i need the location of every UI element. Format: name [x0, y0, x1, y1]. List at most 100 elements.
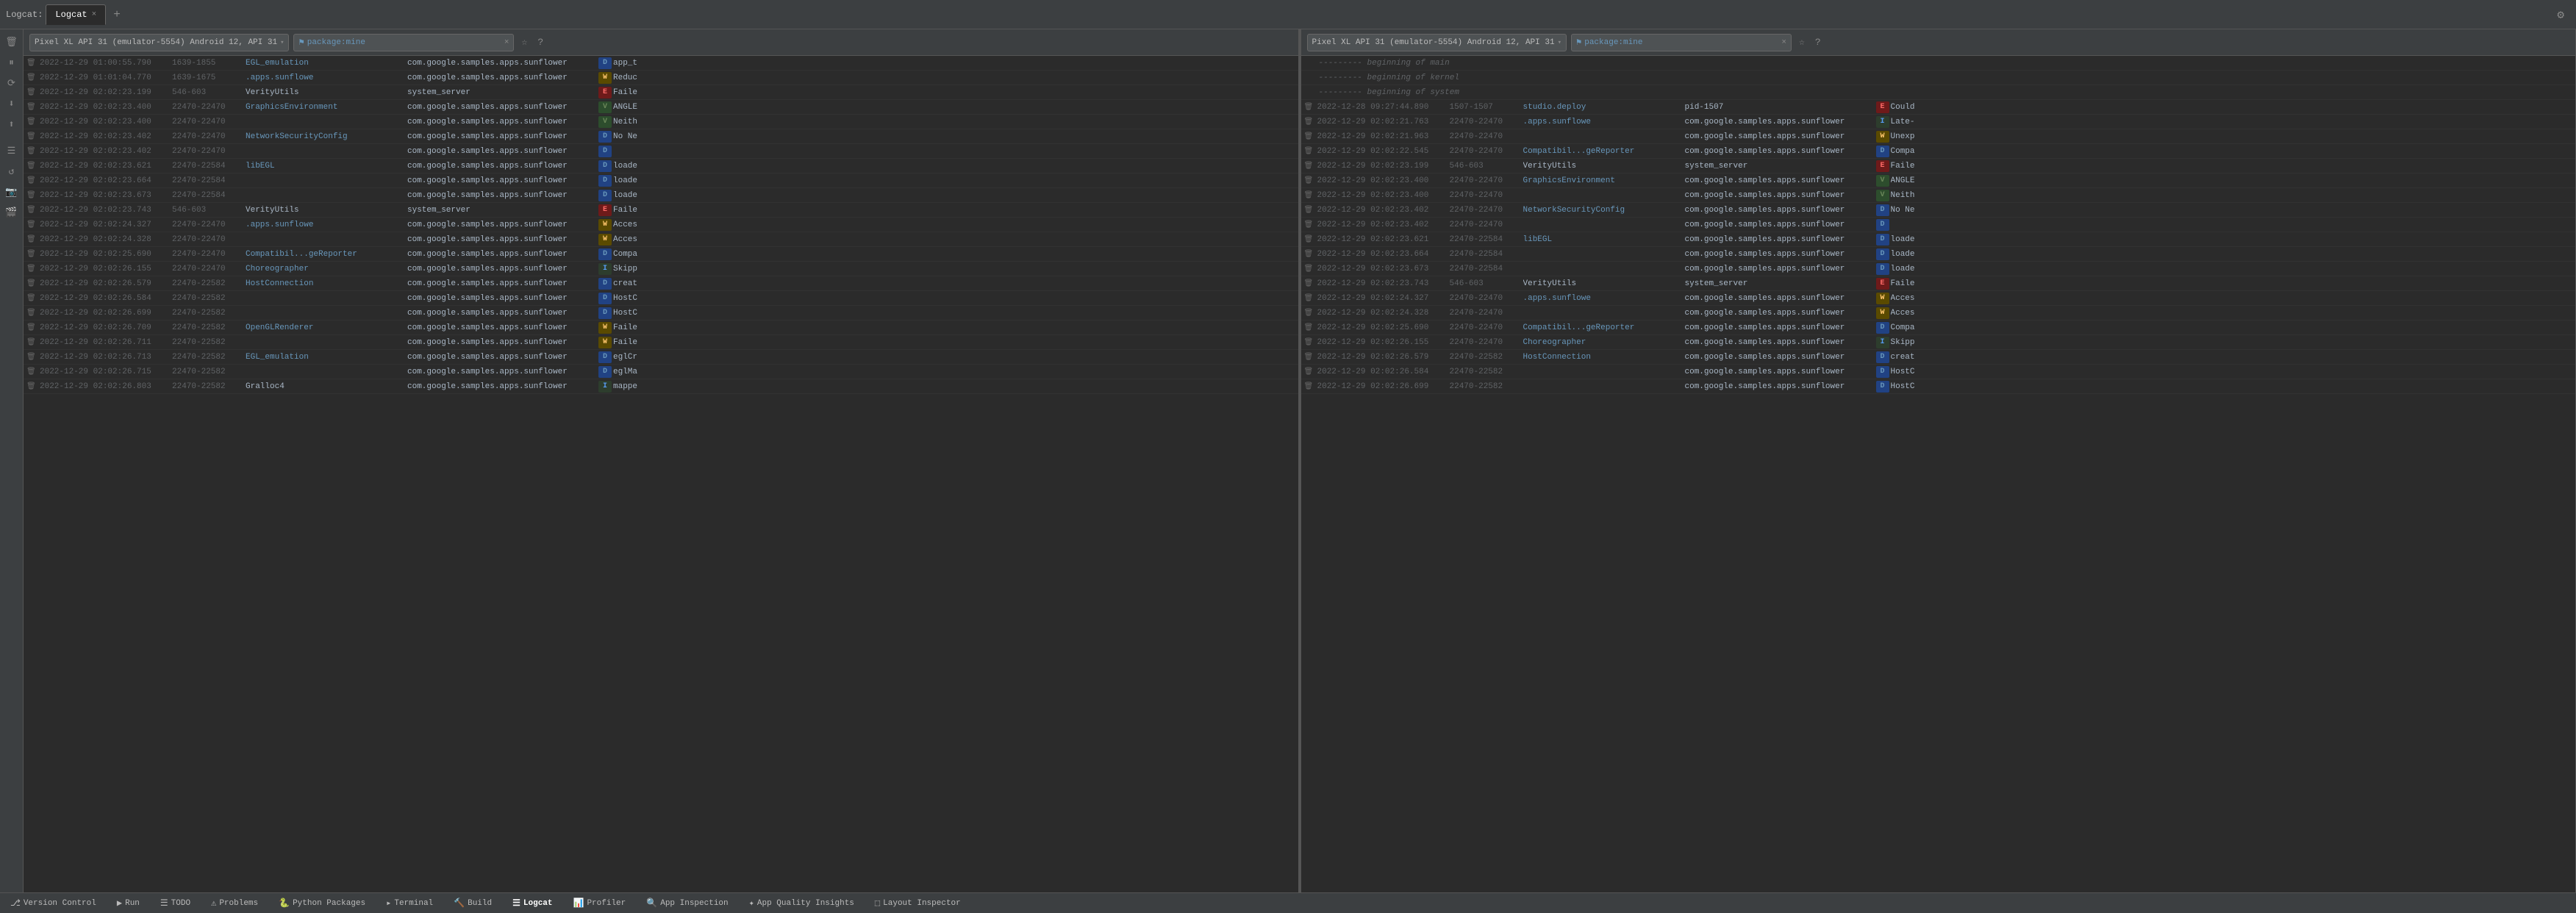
right-toolbar-help[interactable]: ? — [1812, 35, 1824, 49]
log-row[interactable]: 🗑2022-12-29 02:02:23.199546-603VerityUti… — [24, 85, 1298, 100]
sidebar-icon-refresh[interactable]: ⟳ — [2, 74, 21, 93]
log-row[interactable]: 🗑2022-12-29 02:02:23.67322470-22584com.g… — [1301, 262, 2576, 276]
log-row[interactable]: 🗑2022-12-29 02:02:26.71122470-22582com.g… — [24, 335, 1298, 350]
log-row[interactable]: 🗑2022-12-29 02:02:26.69922470-22582com.g… — [1301, 379, 2576, 394]
log-package: com.google.samples.apps.sunflower — [407, 221, 598, 229]
log-row[interactable]: 🗑2022-12-29 02:02:26.69922470-22582com.g… — [24, 306, 1298, 321]
settings-icon[interactable]: ⚙ — [2557, 7, 2570, 22]
sidebar-icon-scroll-down[interactable]: ⬇ — [2, 94, 21, 113]
log-row[interactable]: 🗑2022-12-29 02:02:26.80322470-22582Grall… — [24, 379, 1298, 394]
log-row[interactable]: 🗑2022-12-29 02:02:23.743546-603VerityUti… — [24, 203, 1298, 218]
left-filter-bar[interactable]: ⚑ package:mine × — [293, 34, 514, 51]
sidebar-icon-filter[interactable]: ☰ — [2, 141, 21, 160]
log-row[interactable]: 🗑2022-12-29 02:02:23.199546-603VerityUti… — [1301, 159, 2576, 173]
log-row[interactable]: 🗑2022-12-29 02:02:23.40022470-22470Graph… — [24, 100, 1298, 115]
log-row[interactable]: 🗑2022-12-29 02:02:26.57922470-22582HostC… — [24, 276, 1298, 291]
status-build[interactable]: 🔨 Build — [449, 896, 496, 910]
log-row[interactable]: 🗑2022-12-29 02:02:23.40022470-22470com.g… — [1301, 188, 2576, 203]
log-row[interactable]: 🗑2022-12-29 02:02:26.57922470-22582HostC… — [1301, 350, 2576, 365]
log-package: pid-1507 — [1685, 103, 1876, 112]
sidebar-icon-up[interactable]: ⬆ — [2, 115, 21, 134]
log-level-badge: E — [1876, 101, 1889, 113]
log-row[interactable]: 🗑2022-12-29 02:02:26.15522470-22470Chore… — [24, 262, 1298, 276]
log-tag: .apps.sunflowe — [1523, 118, 1685, 126]
status-problems[interactable]: ⚠ Problems — [207, 896, 262, 910]
log-row[interactable]: 🗑2022-12-29 02:02:21.76322470-22470.apps… — [1301, 115, 2576, 129]
right-log-content[interactable]: --------- beginning of main--------- beg… — [1301, 56, 2576, 892]
status-profiler[interactable]: 📊 Profiler — [569, 896, 631, 910]
log-row[interactable]: 🗑2022-12-29 02:02:26.58422470-22582com.g… — [1301, 365, 2576, 379]
log-row[interactable]: 🗑2022-12-29 02:02:23.40022470-22470com.g… — [24, 115, 1298, 129]
log-row[interactable]: 🗑2022-12-29 02:02:23.40022470-22470Graph… — [1301, 173, 2576, 188]
log-timestamp: 2022-12-29 02:02:21.763 — [1317, 118, 1450, 126]
log-row[interactable]: 🗑2022-12-29 02:02:23.40222470-22470com.g… — [1301, 218, 2576, 232]
log-tag: VerityUtils — [1523, 162, 1685, 171]
log-row[interactable]: 🗑2022-12-29 02:02:23.40222470-22470Netwo… — [24, 129, 1298, 144]
log-timestamp: 2022-12-29 02:02:23.743 — [1317, 279, 1450, 288]
log-row[interactable]: --------- beginning of main — [1301, 56, 2576, 71]
log-row[interactable]: 🗑2022-12-29 02:02:21.96322470-22470com.g… — [1301, 129, 2576, 144]
log-row[interactable]: 🗑2022-12-29 02:02:23.62122470-22584libEG… — [1301, 232, 2576, 247]
right-filter-bar[interactable]: ⚑ package:mine × — [1571, 34, 1792, 51]
status-layout-inspector[interactable]: ⬚ Layout Inspector — [870, 896, 965, 910]
python-icon: 🐍 — [279, 898, 290, 909]
left-toolbar-help[interactable]: ? — [534, 35, 546, 49]
log-row[interactable]: 🗑2022-12-29 02:02:24.32822470-22470com.g… — [24, 232, 1298, 247]
log-row[interactable]: 🗑2022-12-29 02:02:25.69022470-22470Compa… — [1301, 321, 2576, 335]
left-toolbar-star[interactable]: ☆ — [518, 35, 530, 49]
sidebar-icon-clear[interactable]: 🗑 — [2, 32, 21, 51]
sidebar-icon-pause[interactable]: ⏸ — [2, 53, 21, 72]
status-run[interactable]: ▶ Run — [112, 896, 144, 910]
status-app-quality[interactable]: ✦ App Quality Insights — [745, 896, 859, 910]
log-row[interactable]: 🗑2022-12-29 02:02:26.15522470-22470Chore… — [1301, 335, 2576, 350]
log-row[interactable]: 🗑2022-12-29 02:02:23.743546-603VerityUti… — [1301, 276, 2576, 291]
left-filter-clear[interactable]: × — [504, 38, 509, 47]
sidebar-icon-reset[interactable]: ↺ — [2, 162, 21, 181]
tab-add-button[interactable]: + — [107, 8, 126, 21]
log-row[interactable]: 🗑2022-12-29 02:02:25.69022470-22470Compa… — [24, 247, 1298, 262]
log-row[interactable]: --------- beginning of system — [1301, 85, 2576, 100]
status-python-packages[interactable]: 🐍 Python Packages — [274, 896, 370, 910]
logcat-tab[interactable]: Logcat × — [46, 4, 106, 25]
log-timestamp: 2022-12-29 02:02:26.584 — [40, 294, 172, 303]
log-message: loade — [1891, 250, 2573, 259]
status-todo[interactable]: ☰ TODO — [156, 896, 195, 910]
log-row[interactable]: 🗑2022-12-29 02:02:24.32722470-22470.apps… — [1301, 291, 2576, 306]
status-terminal[interactable]: ▸ Terminal — [382, 896, 437, 910]
log-row[interactable]: 🗑2022-12-29 02:02:26.58422470-22582com.g… — [24, 291, 1298, 306]
log-row[interactable]: 🗑2022-12-28 09:27:44.8901507-1507studio.… — [1301, 100, 2576, 115]
log-row[interactable]: 🗑2022-12-29 02:02:23.40222470-22470com.g… — [24, 144, 1298, 159]
log-row[interactable]: 🗑2022-12-29 02:02:23.66422470-22584com.g… — [1301, 247, 2576, 262]
status-app-inspection[interactable]: 🔍 App Inspection — [642, 896, 732, 910]
log-row[interactable]: --------- beginning of kernel — [1301, 71, 2576, 85]
log-level-badge: D — [1876, 322, 1889, 334]
log-row[interactable]: 🗑2022-12-29 01:01:04.7701639-1675.apps.s… — [24, 71, 1298, 85]
log-row[interactable]: 🗑2022-12-29 02:02:24.32722470-22470.apps… — [24, 218, 1298, 232]
log-row-clear-icon: 🗑 — [26, 279, 40, 288]
log-row[interactable]: 🗑2022-12-29 02:02:23.40222470-22470Netwo… — [1301, 203, 2576, 218]
log-row[interactable]: 🗑2022-12-29 01:00:55.7901639-1855EGL_emu… — [24, 56, 1298, 71]
log-row[interactable]: 🗑2022-12-29 02:02:23.66422470-22584com.g… — [24, 173, 1298, 188]
right-device-selector[interactable]: Pixel XL API 31 (emulator-5554) Android … — [1307, 34, 1567, 51]
log-pid: 22470-22582 — [172, 353, 246, 362]
status-version-control[interactable]: ⎇ Version Control — [6, 896, 101, 910]
log-row[interactable]: 🗑2022-12-29 02:02:26.70922470-22582OpenG… — [24, 321, 1298, 335]
left-log-content[interactable]: 🗑2022-12-29 01:00:55.7901639-1855EGL_emu… — [24, 56, 1298, 892]
right-filter-clear[interactable]: × — [1781, 38, 1786, 47]
status-logcat[interactable]: ☰ Logcat — [508, 896, 557, 910]
right-toolbar-star[interactable]: ☆ — [1796, 35, 1808, 49]
log-level-badge: W — [1876, 307, 1889, 319]
log-row[interactable]: 🗑2022-12-29 02:02:23.67322470-22584com.g… — [24, 188, 1298, 203]
sidebar-icon-video[interactable]: 🎬 — [2, 203, 21, 222]
log-row[interactable]: 🗑2022-12-29 02:02:24.32822470-22470com.g… — [1301, 306, 2576, 321]
log-level-badge: I — [1876, 116, 1889, 128]
log-row[interactable]: 🗑2022-12-29 02:02:26.71522470-22582com.g… — [24, 365, 1298, 379]
log-row-clear-icon: 🗑 — [26, 250, 40, 259]
sidebar-icon-camera[interactable]: 📷 — [2, 182, 21, 201]
log-row[interactable]: 🗑2022-12-29 02:02:23.62122470-22584libEG… — [24, 159, 1298, 173]
log-row[interactable]: 🗑2022-12-29 02:02:26.71322470-22582EGL_e… — [24, 350, 1298, 365]
left-device-selector[interactable]: Pixel XL API 31 (emulator-5554) Android … — [29, 34, 289, 51]
log-timestamp: 2022-12-29 01:01:04.770 — [40, 74, 172, 82]
log-row[interactable]: 🗑2022-12-29 02:02:22.54522470-22470Compa… — [1301, 144, 2576, 159]
tab-close-icon[interactable]: × — [92, 10, 97, 19]
